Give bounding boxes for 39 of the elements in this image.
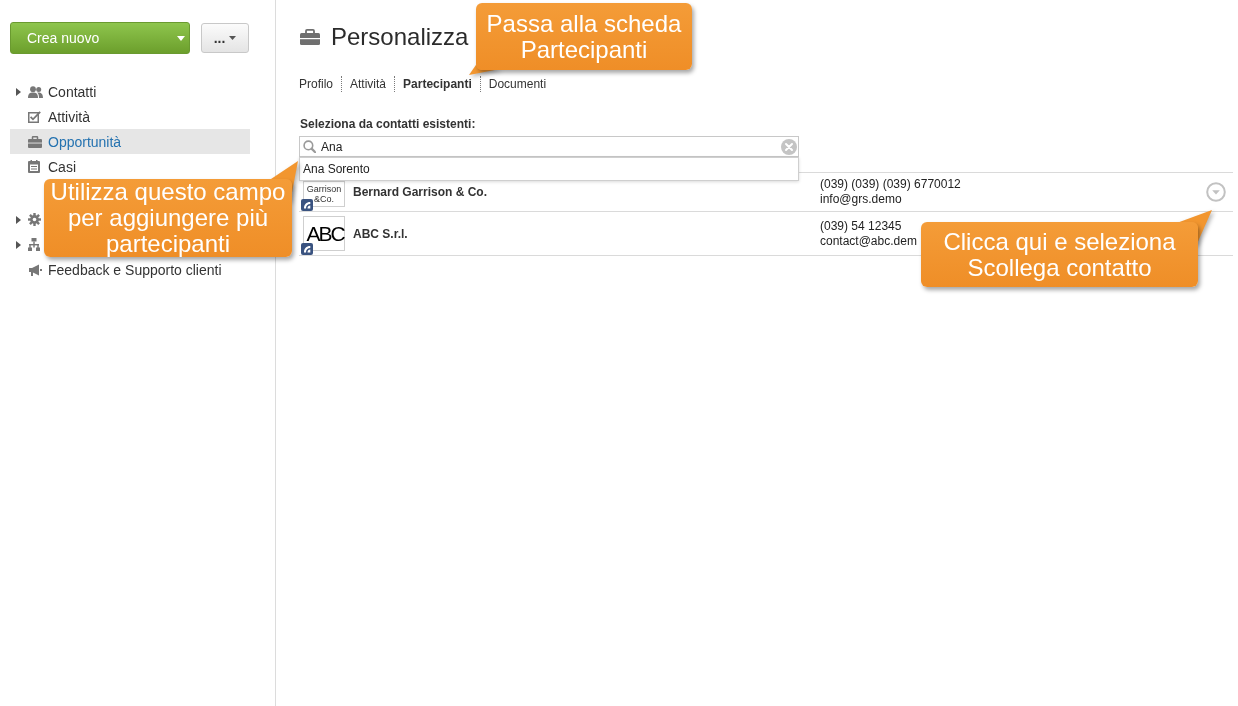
tab[interactable]: Attività <box>341 76 395 92</box>
callout: Clicca qui e seleziona Scollega contatto <box>921 222 1198 287</box>
tab[interactable]: Documenti <box>479 76 555 92</box>
page-title: Personalizza <box>331 22 469 52</box>
caret-icon[interactable] <box>16 87 21 96</box>
email-address: info@grs.demo <box>820 192 902 207</box>
email-address: contact@abc.dem <box>820 233 917 249</box>
sidebar-item[interactable]: Opportunità <box>10 129 250 154</box>
company-name: ABC S.r.l. <box>353 226 408 241</box>
search-field[interactable]: Ana <box>299 136 799 157</box>
tab[interactable]: Profilo <box>299 76 341 92</box>
sidebar-item[interactable]: Attività <box>10 104 92 129</box>
more-button[interactable]: ... <box>201 23 249 53</box>
search-icon <box>303 140 316 153</box>
logo-text: Garrison &Co. <box>305 184 343 204</box>
briefcase-icon <box>300 29 320 45</box>
megaphone-icon <box>28 263 42 276</box>
suggestion-item[interactable]: Ana Sorento <box>300 158 798 180</box>
phone-number: (039) 54 12345 <box>820 218 902 234</box>
field-label: Seleziona da contatti esistenti: <box>299 117 476 132</box>
people-icon <box>28 85 43 98</box>
briefcase-icon <box>28 135 42 148</box>
gear-icon <box>28 213 41 226</box>
callout: Passa alla scheda Partecipanti <box>476 3 692 70</box>
caret-icon[interactable] <box>16 215 21 224</box>
caret-icon[interactable] <box>16 240 21 249</box>
checkbox-icon <box>28 110 41 123</box>
sidebar-item[interactable]: Contatti <box>10 79 99 104</box>
tree-icon <box>28 238 40 251</box>
phone-number: (039) (039) (039) 6770012 <box>820 177 961 192</box>
sidebar-item[interactable]: Casi <box>10 154 78 179</box>
tab[interactable]: Partecipanti <box>394 76 480 92</box>
caret-icon <box>177 35 185 41</box>
callout: Utilizza questo campo per aggiungere più partecipanti <box>44 179 292 257</box>
company-name: Bernard Garrison & Co. <box>353 185 488 199</box>
caret-icon <box>229 36 237 40</box>
sidebar-item[interactable]: Feedback e Supporto clienti <box>10 257 224 282</box>
calendar-icon <box>28 160 40 173</box>
logo-text: ABC <box>306 222 344 245</box>
